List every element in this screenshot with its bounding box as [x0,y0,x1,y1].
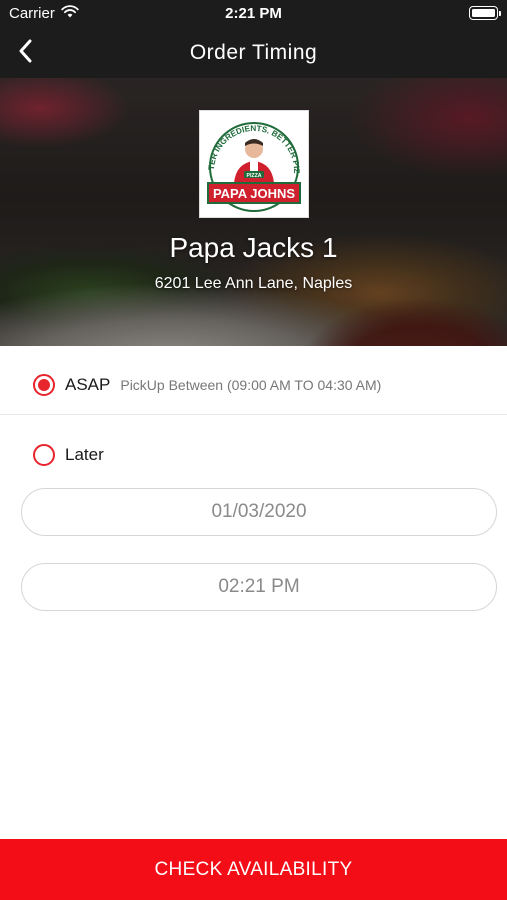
later-option[interactable]: Later [0,442,507,468]
page-title: Order Timing [189,41,318,64]
store-address: 6201 Lee Ann Lane, Naples [154,275,353,292]
status-time: 2:21 PM [225,5,282,22]
later-label: Later [65,445,104,464]
store-name: Papa Jacks 1 [169,232,338,263]
option-divider [0,414,507,415]
pickup-window-note: PickUp Between (09:00 AM TO 04:30 AM) [120,377,382,393]
navigation-bar: Order Timing [0,28,507,78]
asap-option[interactable]: ASAP PickUp Between (09:00 AM TO 04:30 A… [0,372,507,398]
asap-radio-selected-icon[interactable] [33,374,55,396]
logo-wordmark: PAPA JOHNS [213,186,295,201]
store-hero: BETTER INGREDIENTS. BETTER PIZZA. PIZZA … [0,78,507,346]
time-picker-field[interactable]: 02:21 PM [21,563,497,611]
logo-badge-small: PIZZA [247,173,262,179]
date-picker-field[interactable]: 01/03/2020 [21,488,497,536]
asap-label: ASAP [65,375,111,394]
later-radio-icon[interactable] [33,444,55,466]
radio-dot [38,379,50,391]
store-logo: BETTER INGREDIENTS. BETTER PIZZA. PIZZA … [199,110,309,218]
battery-icon [469,6,501,20]
check-availability-button[interactable]: CHECK AVAILABILITY [0,839,507,900]
status-bar: Carrier 2:21 PM [0,0,507,28]
